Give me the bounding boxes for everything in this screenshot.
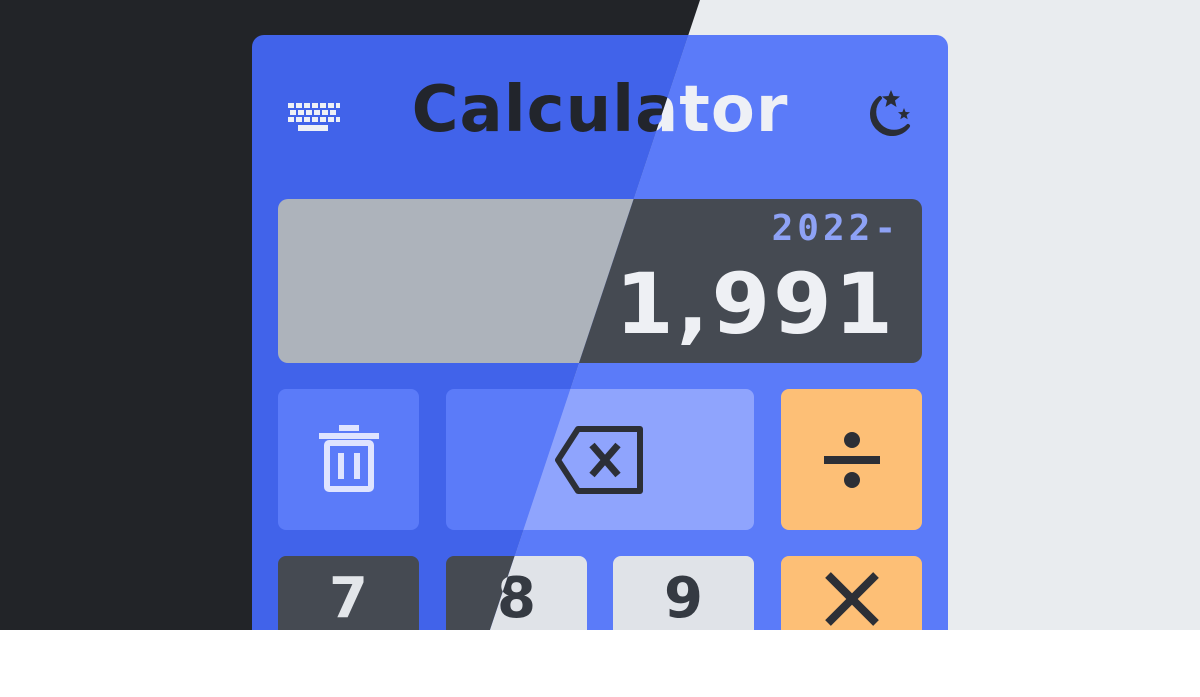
multiply-icon: [824, 571, 879, 626]
expression-readout: 2022-: [771, 208, 900, 249]
divide-button[interactable]: [781, 389, 922, 530]
backspace-icon-light: [555, 425, 643, 494]
multiply-button[interactable]: [781, 556, 922, 630]
divide-icon: [823, 431, 880, 488]
digit-9-button[interactable]: 9: [613, 556, 754, 630]
moon-stars-icon-light[interactable]: [858, 88, 914, 144]
digit-7-button[interactable]: 7: [278, 556, 419, 630]
trash-icon: [318, 424, 379, 492]
result-readout-light: 1,991: [615, 255, 896, 353]
clear-button[interactable]: [278, 389, 419, 530]
